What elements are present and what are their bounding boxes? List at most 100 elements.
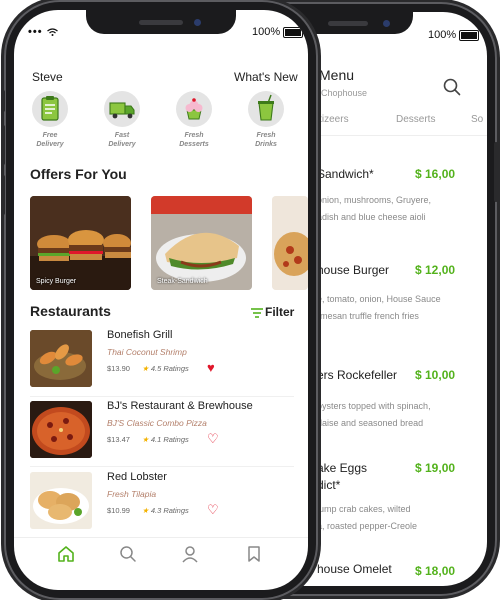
signal-dots: •••: [28, 26, 43, 38]
back-side-button: [494, 142, 498, 202]
restaurant-name[interactable]: Red Lobster: [107, 471, 167, 483]
menu-item-price: $ 18,00: [415, 564, 456, 578]
filter-label: Filter: [265, 305, 295, 319]
category-label-line1: Free: [42, 132, 58, 139]
star-icon: ★: [142, 364, 149, 373]
restaurant-name[interactable]: BJ's Restaurant & Brewhouse: [107, 400, 253, 412]
restaurant-image-red-lobster[interactable]: [30, 472, 92, 529]
front-side-button-left-1: [1, 90, 5, 112]
wifi-icon: [46, 28, 58, 37]
star-icon: ★: [142, 506, 149, 515]
row-divider: [30, 396, 294, 397]
front-side-button-left-3: [1, 175, 5, 215]
offer-card-partial[interactable]: [272, 196, 308, 290]
front-phone-frame: ••• 100% Steve What's New Free Delivery: [1, 0, 318, 600]
clipboard-icon: [41, 96, 59, 121]
whats-new-link[interactable]: What's New: [234, 70, 298, 84]
tilapia-image: [30, 472, 92, 529]
battery-icon: [283, 26, 304, 38]
battery-icon: [459, 29, 480, 41]
category-label-line2: Delivery: [108, 141, 136, 148]
menu-item-desc: e, tomato, onion, House Sauce: [317, 294, 441, 304]
restaurant-price: $10.99: [107, 506, 130, 515]
truck-icon: [109, 102, 135, 119]
menu-item-desc: onion, mushrooms, Gruyere,: [317, 195, 432, 205]
cupcake-icon: [185, 98, 203, 120]
menu-item-name: ers Rockefeller: [317, 368, 398, 382]
shrimp-image: [30, 330, 92, 387]
restaurant-rating: ★ 4.5 Ratings: [142, 364, 189, 373]
front-camera: [194, 19, 201, 26]
filter-icon: [251, 308, 263, 318]
user-name[interactable]: Steve: [32, 70, 63, 84]
sandwich-image: [151, 196, 252, 290]
menu-item-name: Sandwich*: [317, 167, 374, 181]
search-icon[interactable]: [119, 545, 137, 563]
category-label: Free Delivery: [20, 131, 80, 149]
front-phone-screen: ••• 100% Steve What's New Free Delivery: [14, 10, 308, 590]
category-label-line2: Delivery: [36, 141, 64, 148]
menu-item-desc: daise and seasoned bread: [317, 418, 424, 428]
restaurant-price: $13.47: [107, 435, 130, 444]
heart-outline-icon[interactable]: ♡: [207, 432, 219, 445]
search-icon[interactable]: [443, 78, 461, 96]
restaurant-image-bonefish[interactable]: [30, 330, 92, 387]
rating-text: 4.5 Ratings: [150, 364, 189, 373]
pizza-image: [30, 401, 92, 458]
battery-text: 100%: [252, 26, 281, 38]
restaurant-name[interactable]: Bonefish Grill: [107, 329, 172, 341]
category-fresh-desserts[interactable]: [176, 91, 212, 127]
restaurant-image-bjs[interactable]: [30, 401, 92, 458]
category-fresh-drinks[interactable]: [248, 91, 284, 127]
row-divider: [30, 466, 294, 467]
category-label: Fresh Drinks: [236, 131, 296, 149]
category-label-line1: Fresh: [256, 132, 276, 139]
tabs-divider: [305, 135, 487, 136]
category-label: Fast Delivery: [92, 131, 152, 149]
offers-title: Offers For You: [30, 166, 127, 182]
menu-item-desc: rmesan truffle french fries: [317, 311, 419, 321]
menu-item-name: house Omelet: [317, 562, 392, 576]
category-free-delivery[interactable]: [32, 91, 68, 127]
category-label-line2: Drinks: [255, 141, 277, 148]
category-label-line1: Fast: [114, 132, 130, 139]
burger-image: [30, 196, 131, 290]
front-side-button-left-2: [1, 125, 5, 165]
restaurant-dish: Thai Coconut Shrimp: [107, 347, 187, 357]
restaurant-rating: ★ 4.3 Ratings: [142, 506, 189, 515]
tab-soups[interactable]: So: [471, 114, 483, 125]
menu-item-price: $ 12,00: [415, 263, 456, 277]
back-battery-text: 100%: [428, 29, 457, 41]
tabbar-divider: [14, 537, 308, 538]
heart-filled-icon[interactable]: ♥: [207, 361, 215, 374]
back-menu-title: Menu: [319, 67, 355, 83]
restaurant-dish: Fresh Tilapia: [107, 489, 157, 499]
menu-item-desc: oysters topped with spinach,: [317, 401, 431, 411]
front-status-battery: 100%: [252, 26, 304, 38]
category-fast-delivery[interactable]: [104, 91, 140, 127]
offer-card-spicy-burger[interactable]: Spicy Burger: [30, 196, 131, 290]
restaurant-rating: ★ 4.1 Ratings: [142, 435, 189, 444]
back-status-battery: 100%: [428, 29, 480, 41]
heart-outline-icon[interactable]: ♡: [207, 503, 219, 516]
profile-icon[interactable]: [181, 545, 199, 563]
offer-name: Spicy Burger: [36, 278, 77, 285]
menu-item-price: $ 10,00: [415, 368, 456, 382]
menu-item-desc: a, roasted pepper-Creole: [317, 521, 418, 531]
filter-button[interactable]: Filter: [251, 305, 294, 319]
home-icon[interactable]: [57, 545, 75, 563]
tab-desserts[interactable]: Desserts: [396, 114, 435, 125]
front-speaker: [139, 20, 183, 25]
category-label: Fresh Desserts: [164, 131, 224, 149]
star-icon: ★: [142, 435, 149, 444]
restaurant-price: $13.90: [107, 364, 130, 373]
drink-icon: [258, 94, 274, 121]
menu-item-name: ake Eggs: [317, 461, 368, 475]
rating-text: 4.3 Ratings: [150, 506, 189, 515]
category-label-line2: Desserts: [179, 141, 209, 148]
bookmark-icon[interactable]: [245, 545, 263, 563]
back-camera: [383, 20, 390, 27]
category-label-line1: Fresh: [184, 132, 204, 139]
back-menu-subtitle: Chophouse: [321, 88, 368, 98]
offer-card-steak-sandwich[interactable]: Steak-Sandwich: [151, 196, 252, 290]
